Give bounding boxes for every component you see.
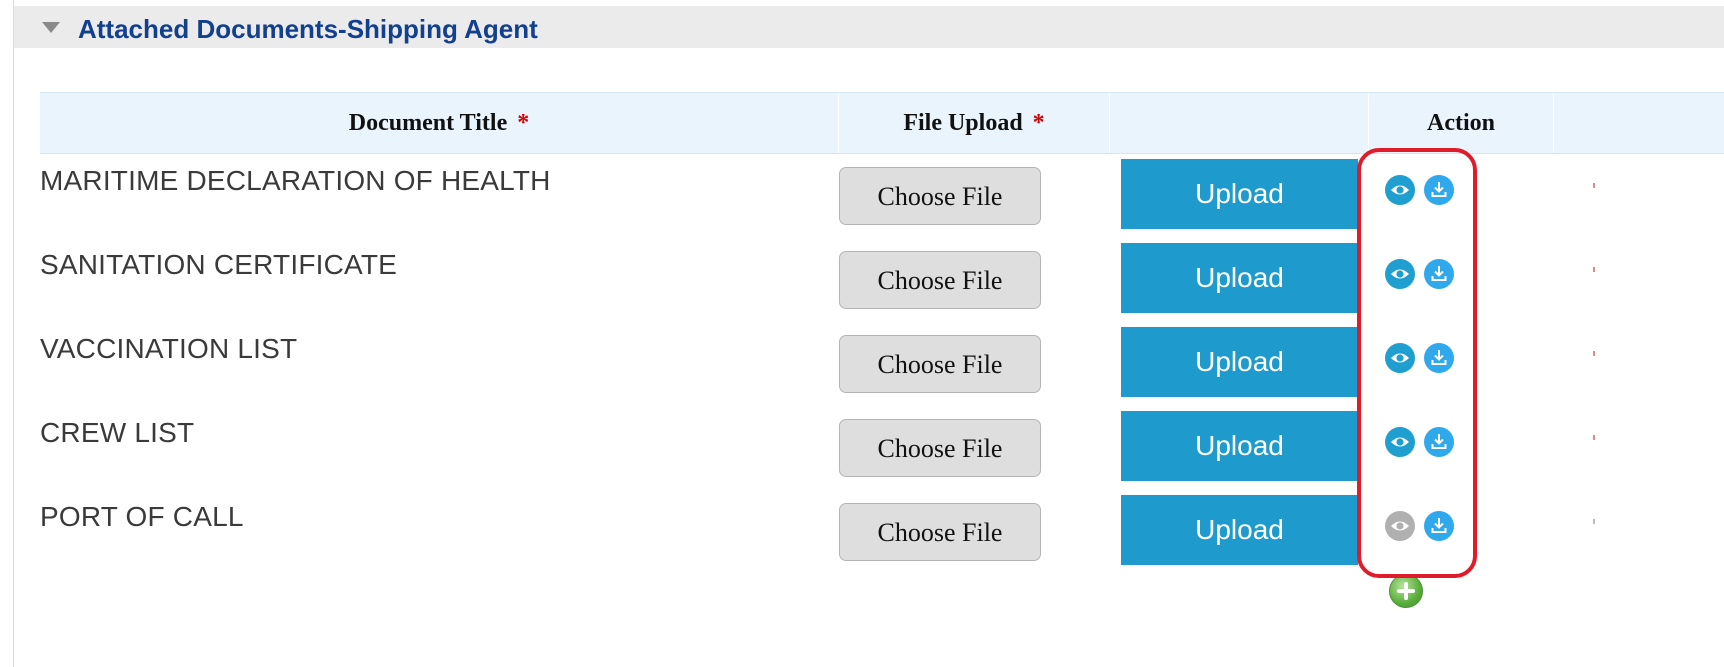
table-row: CREW LIST Choose File Upload [40, 407, 1724, 489]
table-row: SANITATION CERTIFICATE Choose File Uploa… [40, 239, 1724, 321]
table-header: Document Title * File Upload * Action [40, 92, 1724, 154]
action-header-label: Action [1427, 110, 1495, 136]
eye-icon[interactable] [1385, 343, 1415, 373]
section-title: Attached Documents-Shipping Agent [78, 14, 538, 44]
upload-button[interactable]: Upload [1121, 495, 1358, 565]
download-icon[interactable] [1424, 511, 1454, 541]
column-header-file-upload: File Upload * [839, 93, 1109, 153]
column-header-action: Action [1369, 93, 1553, 153]
document-title-header-label: Document Title [348, 110, 508, 136]
column-header-blank [1110, 93, 1368, 153]
document-title: PORT OF CALL [40, 501, 244, 532]
eye-icon[interactable] [1385, 511, 1415, 541]
choose-file-button[interactable]: Choose File [839, 419, 1041, 477]
clipped-marker [1593, 435, 1595, 440]
eye-icon[interactable] [1385, 175, 1415, 205]
choose-file-button[interactable]: Choose File [839, 503, 1041, 561]
table-row: VACCINATION LIST Choose File Upload [40, 323, 1724, 405]
download-icon[interactable] [1424, 259, 1454, 289]
choose-file-button[interactable]: Choose File [839, 335, 1041, 393]
column-divider [1553, 93, 1554, 153]
download-icon[interactable] [1424, 343, 1454, 373]
section-header[interactable]: Attached Documents-Shipping Agent [14, 6, 1724, 48]
add-circle-icon[interactable] [1389, 574, 1423, 608]
clipped-marker [1593, 351, 1595, 356]
clipped-marker [1593, 519, 1595, 524]
document-title: CREW LIST [40, 417, 195, 448]
choose-file-button[interactable]: Choose File [839, 251, 1041, 309]
upload-button[interactable]: Upload [1121, 327, 1358, 397]
choose-file-button[interactable]: Choose File [839, 167, 1041, 225]
download-icon[interactable] [1424, 175, 1454, 205]
upload-button[interactable]: Upload [1121, 411, 1358, 481]
upload-button[interactable]: Upload [1121, 159, 1358, 229]
document-title: MARITIME DECLARATION OF HEALTH [40, 165, 551, 196]
table-row: PORT OF CALL Choose File Upload [40, 491, 1724, 573]
document-title: VACCINATION LIST [40, 333, 298, 364]
download-icon[interactable] [1424, 427, 1454, 457]
panel-left-border [13, 0, 14, 667]
attached-documents-panel: Attached Documents-Shipping Agent Docume… [0, 0, 1724, 667]
table-row: MARITIME DECLARATION OF HEALTH Choose Fi… [40, 155, 1724, 237]
eye-icon[interactable] [1385, 259, 1415, 289]
document-title: SANITATION CERTIFICATE [40, 249, 398, 280]
column-header-document-title: Document Title * [40, 93, 838, 153]
file-upload-header-label: File Upload [903, 110, 1023, 136]
clipped-marker [1593, 267, 1595, 272]
upload-button[interactable]: Upload [1121, 243, 1358, 313]
required-asterisk: * [1032, 110, 1045, 136]
clipped-marker [1593, 183, 1595, 188]
triangle-down-icon[interactable] [42, 22, 60, 33]
required-asterisk: * [517, 110, 530, 136]
eye-icon[interactable] [1385, 427, 1415, 457]
